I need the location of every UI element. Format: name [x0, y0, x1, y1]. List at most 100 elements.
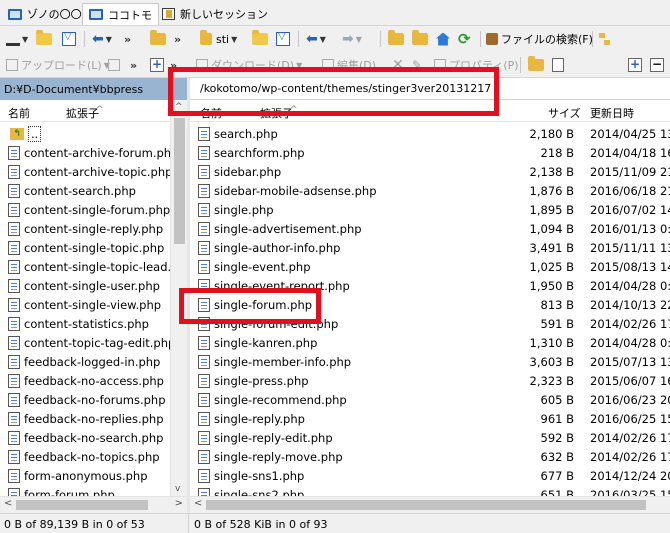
- list-item[interactable]: content-single-topic.php: [0, 238, 187, 257]
- download-button[interactable]: ダウンロード(D) ▼: [196, 56, 302, 74]
- list-item-parent[interactable]: ↰ ..: [0, 124, 187, 143]
- remote-open-folder-button[interactable]: [252, 30, 268, 48]
- scroll-thumb[interactable]: [174, 118, 185, 244]
- col-name-header[interactable]: 名前: [8, 105, 30, 121]
- new-folder-button[interactable]: [528, 56, 544, 74]
- list-item[interactable]: content-single-user.php: [0, 276, 187, 295]
- list-item[interactable]: content-single-view.php: [0, 295, 187, 314]
- list-item[interactable]: content-archive-topic.php: [0, 162, 187, 181]
- tree-view-button[interactable]: [598, 30, 612, 48]
- local-more-button[interactable]: »: [124, 30, 131, 48]
- local-parent-folder-button[interactable]: [150, 30, 166, 48]
- remote-path-bar[interactable]: /kokotomo/wp-content/themes/stinger3ver2…: [190, 78, 670, 100]
- table-row[interactable]: searchform.php 218 B 2014/04/18 16:5: [190, 143, 670, 162]
- remote-forward-button[interactable]: ➡ ▼: [342, 30, 362, 48]
- download-label: ダウンロード(D): [211, 59, 295, 72]
- delete-button[interactable]: ✕: [392, 56, 404, 74]
- local-more-button-4[interactable]: »: [170, 56, 177, 74]
- list-item[interactable]: content-statistics.php: [0, 314, 187, 333]
- local-more-button-3[interactable]: »: [130, 56, 137, 74]
- list-item[interactable]: feedback-no-search.php: [0, 428, 187, 447]
- upload-button[interactable]: アップロード(L) ▼: [6, 56, 110, 74]
- remote-new-button[interactable]: +: [628, 56, 642, 74]
- list-item[interactable]: feedback-logged-in.php: [0, 352, 187, 371]
- list-item[interactable]: content-single-topic-lead.php: [0, 257, 187, 276]
- remote-delete-button[interactable]: −: [650, 56, 664, 74]
- list-item[interactable]: feedback-no-replies.php: [0, 409, 187, 428]
- list-item[interactable]: feedback-no-topics.php: [0, 447, 187, 466]
- file-name: searchform.php: [214, 145, 305, 160]
- list-item[interactable]: feedback-no-forums.php: [0, 390, 187, 409]
- table-row[interactable]: single-event-report.php 1,950 B 2014/04/28…: [190, 276, 670, 295]
- table-row[interactable]: single-reply-move.php 632 B 2014/02/26 17:…: [190, 447, 670, 466]
- table-row[interactable]: single-kanren.php 1,310 B 2014/04/28 0:03: [190, 333, 670, 352]
- col-ext-header[interactable]: 拡張子: [66, 105, 99, 121]
- local-filter-button[interactable]: [62, 30, 76, 48]
- list-item[interactable]: content-single-forum.php: [0, 200, 187, 219]
- table-row[interactable]: single-advertisement.php 1,094 B 2016/01/1…: [190, 219, 670, 238]
- list-item[interactable]: content-topic-tag-edit.php: [0, 333, 187, 352]
- file-size: 3,491 B: [529, 240, 574, 255]
- list-item[interactable]: content-single-reply.php: [0, 219, 187, 238]
- list-item[interactable]: feedback-no-access.php: [0, 371, 187, 390]
- table-row[interactable]: single-sns1.php 677 B 2014/12/24 20:2: [190, 466, 670, 485]
- table-row[interactable]: sidebar-mobile-adsense.php 1,876 B 2016/06…: [190, 181, 670, 200]
- tab-kokotomo[interactable]: ココトモ: [82, 3, 159, 25]
- php-file-icon: [8, 183, 20, 198]
- scroll-thumb[interactable]: [206, 500, 646, 510]
- table-row[interactable]: single-recommend.php 605 B 2016/06/23 20:0: [190, 390, 670, 409]
- php-file-icon: [8, 316, 20, 331]
- local-path-bar[interactable]: D:¥D-Document¥bbpress: [0, 78, 187, 100]
- php-file-icon: [8, 468, 20, 483]
- remote-parent-folder-button[interactable]: [388, 30, 404, 48]
- remote-home-button[interactable]: [436, 30, 450, 48]
- rename-button[interactable]: ✎: [412, 56, 422, 74]
- table-row[interactable]: single-event.php 1,025 B 2015/08/13 14:2: [190, 257, 670, 276]
- local-more-button-2[interactable]: »: [174, 30, 181, 48]
- remote-filter-button[interactable]: [276, 30, 290, 48]
- table-row[interactable]: single-reply.php 961 B 2016/06/25 15:0: [190, 409, 670, 428]
- local-status-text: 0 B of 89,139 B in 0 of 53: [4, 518, 145, 531]
- remote-root-folder-button[interactable]: [412, 30, 428, 48]
- col-name-header[interactable]: 名前: [200, 105, 222, 121]
- remote-back-button[interactable]: ⬅ ▼: [306, 30, 326, 48]
- remote-refresh-button[interactable]: ⟳: [458, 30, 471, 48]
- local-new-button[interactable]: +: [150, 56, 164, 74]
- file-name: content-statistics.php: [24, 316, 149, 331]
- table-row[interactable]: single-forum.php 813 B 2014/10/13 22:2: [190, 295, 670, 314]
- tab-new-session[interactable]: 新しいセッション: [156, 3, 274, 25]
- col-size-header[interactable]: サイズ: [548, 105, 581, 121]
- local-drive-button[interactable]: ▼: [6, 30, 28, 48]
- properties-button[interactable]: プロパティ(P): [434, 56, 519, 74]
- table-row[interactable]: single-reply-edit.php 592 B 2014/02/26 17:…: [190, 428, 670, 447]
- find-files-button[interactable]: ファイルの検索(F): [486, 30, 593, 48]
- file-name: feedback-no-search.php: [24, 430, 164, 445]
- scroll-thumb[interactable]: [16, 500, 148, 510]
- col-date-header[interactable]: 更新日時: [590, 105, 634, 121]
- table-row[interactable]: single.php 1,895 B 2016/07/02 14:5: [190, 200, 670, 219]
- table-row[interactable]: search.php 2,180 B 2014/04/25 13:4: [190, 124, 670, 143]
- local-edit-button[interactable]: [108, 56, 120, 74]
- overflow-chevron-icon: »: [170, 58, 178, 72]
- table-row[interactable]: single-author-info.php 3,491 B 2015/11/11 …: [190, 238, 670, 257]
- table-row[interactable]: sidebar.php 2,138 B 2015/11/09 21:4: [190, 162, 670, 181]
- php-file-icon: [8, 297, 20, 312]
- root-folder-icon: [412, 30, 428, 45]
- col-ext-header[interactable]: 拡張子: [260, 105, 293, 121]
- local-back-button[interactable]: ⬅ ▼: [92, 30, 112, 48]
- table-row[interactable]: single-member-info.php 3,603 B 2015/07/13 …: [190, 352, 670, 371]
- remote-edit-button[interactable]: 編集(D): [322, 56, 376, 74]
- list-item[interactable]: content-search.php: [0, 181, 187, 200]
- remote-horizontal-scrollbar[interactable]: <: [190, 496, 670, 512]
- list-item[interactable]: form-anonymous.php: [0, 466, 187, 485]
- tab-zono[interactable]: ゾノの〇〇: [2, 3, 88, 25]
- local-vertical-scrollbar[interactable]: ^ v: [170, 100, 187, 496]
- php-file-icon: [8, 221, 20, 236]
- remote-select-button[interactable]: [552, 56, 564, 74]
- remote-directory-combo[interactable]: sti ▼: [200, 30, 237, 48]
- local-horizontal-scrollbar[interactable]: < >: [0, 496, 187, 512]
- table-row[interactable]: single-forum-edit.php 591 B 2014/02/26 17:…: [190, 314, 670, 333]
- list-item[interactable]: content-archive-forum.php: [0, 143, 187, 162]
- local-open-folder-button[interactable]: [36, 30, 52, 48]
- table-row[interactable]: single-press.php 2,323 B 2015/06/07 16:3: [190, 371, 670, 390]
